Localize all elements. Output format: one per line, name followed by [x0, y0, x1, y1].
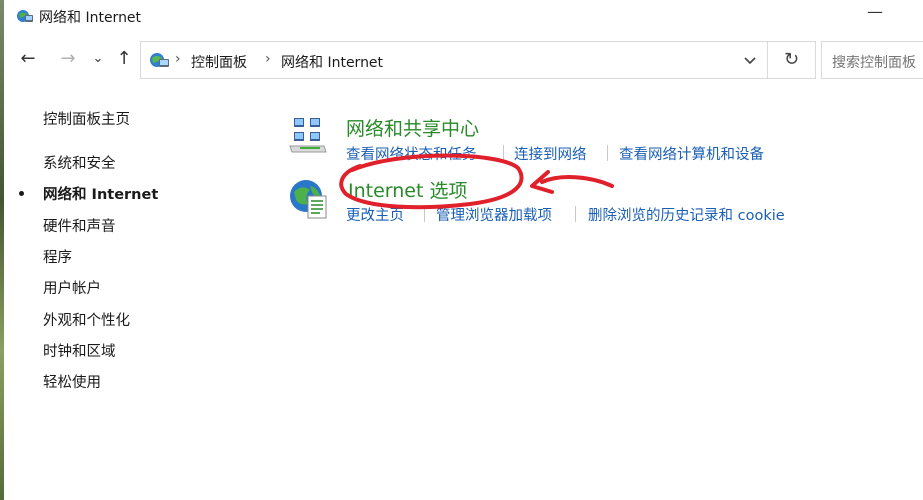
back-button[interactable]: ←	[16, 47, 40, 71]
category-title-internet-options[interactable]: Internet 选项	[348, 176, 467, 203]
control-panel-icon	[148, 49, 170, 75]
refresh-button[interactable]: ↻	[768, 41, 816, 79]
minimize-button[interactable]: —	[867, 2, 883, 21]
link-manage-addons[interactable]: 管理浏览器加载项	[436, 204, 552, 225]
link-divider	[503, 145, 504, 161]
sidebar-item-ease-of-access[interactable]: 轻松使用	[43, 371, 101, 392]
sidebar-item-system-security[interactable]: 系统和安全	[43, 152, 116, 173]
forward-button[interactable]: →	[56, 47, 80, 71]
current-item-bullet	[19, 191, 24, 196]
sidebar-item-hardware-sound[interactable]: 硬件和声音	[43, 215, 116, 236]
sidebar-item-control-panel-home[interactable]: 控制面板主页	[43, 108, 130, 129]
breadcrumb-network-internet[interactable]: 网络和 Internet	[281, 52, 383, 72]
link-delete-browsing-history[interactable]: 删除浏览的历史记录和 cookie	[588, 204, 785, 225]
link-change-homepage[interactable]: 更改主页	[346, 204, 404, 225]
link-divider	[575, 206, 576, 222]
sidebar-item-clock-region[interactable]: 时钟和区域	[43, 340, 116, 361]
address-dropdown-icon[interactable]	[743, 52, 757, 71]
title-bar: 网络和 Internet —	[4, 0, 923, 34]
annotation-arrow	[530, 170, 614, 194]
link-divider	[424, 206, 425, 222]
sidebar-item-network-internet[interactable]: 网络和 Internet	[43, 183, 158, 204]
search-input[interactable]: 搜索控制面板	[821, 41, 923, 79]
up-button[interactable]: ↑	[112, 47, 136, 71]
window-title: 网络和 Internet	[39, 10, 142, 26]
link-connect-to-network[interactable]: 连接到网络	[514, 143, 587, 164]
address-bar[interactable]: › 控制面板 › 网络和 Internet	[140, 41, 768, 79]
breadcrumb-separator: ›	[175, 51, 181, 67]
sidebar-item-appearance[interactable]: 外观和个性化	[43, 309, 130, 330]
link-view-network-status[interactable]: 查看网络状态和任务	[346, 143, 477, 164]
link-divider	[607, 145, 608, 161]
navigation-bar: ← → ⌄ ↑ › 控制面板 › 网络和 Internet ↻ 搜索控制面板	[4, 39, 923, 81]
breadcrumb-control-panel[interactable]: 控制面板	[191, 52, 247, 72]
breadcrumb-separator: ›	[265, 51, 271, 67]
category-title-network-sharing[interactable]: 网络和共享中心	[346, 114, 479, 141]
internet-options-icon	[288, 178, 332, 224]
sidebar-item-user-accounts[interactable]: 用户帐户	[43, 277, 101, 298]
recent-locations-button[interactable]: ⌄	[86, 47, 110, 71]
sidebar-item-programs[interactable]: 程序	[43, 246, 72, 267]
network-sharing-center-icon	[288, 116, 328, 162]
network-globe-icon	[16, 7, 34, 29]
link-view-network-computers[interactable]: 查看网络计算机和设备	[619, 143, 764, 164]
